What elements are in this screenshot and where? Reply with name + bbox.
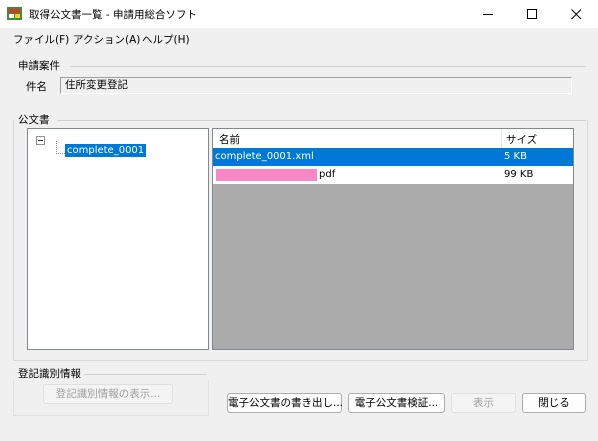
menu-file[interactable]: ファイル(F) bbox=[13, 32, 69, 47]
tree-connector bbox=[56, 141, 65, 154]
menu-bar: ファイル(F) アクション(A) ヘルプ(H) bbox=[0, 28, 598, 50]
column-separator[interactable] bbox=[501, 129, 502, 148]
redacted-filename bbox=[216, 169, 317, 181]
view-button[interactable]: 表示 bbox=[451, 393, 516, 413]
window-title: 取得公文書一覧 - 申請用総合ソフト bbox=[29, 9, 197, 21]
minimize-icon bbox=[483, 14, 493, 15]
menu-help[interactable]: ヘルプ(H) bbox=[142, 32, 190, 47]
document-tree[interactable]: complete_0001 bbox=[27, 128, 209, 350]
list-header: 名前 サイズ bbox=[213, 129, 573, 149]
show-registry-id-button[interactable]: 登記識別情報の表示... bbox=[43, 384, 173, 404]
file-row-pdf[interactable]: pdf 99 KB bbox=[213, 166, 573, 184]
close-icon bbox=[571, 9, 582, 20]
menu-action[interactable]: アクション(A) bbox=[73, 32, 140, 47]
case-name-label: 件名 bbox=[26, 81, 47, 93]
collapse-icon[interactable] bbox=[36, 136, 45, 145]
file-name: pdf bbox=[319, 169, 336, 180]
registry-id-group-title: 登記識別情報 bbox=[18, 368, 81, 380]
file-size: 5 KB bbox=[504, 151, 527, 162]
file-size: 99 KB bbox=[504, 169, 534, 180]
app-icon bbox=[7, 7, 22, 20]
maximize-icon bbox=[527, 9, 537, 19]
document-file-list[interactable]: 名前 サイズ complete_0001.xml 5 KB pdf 99 KB bbox=[212, 128, 574, 350]
close-window-button[interactable] bbox=[554, 0, 598, 28]
file-name: complete_0001.xml bbox=[215, 151, 314, 162]
title-bar[interactable]: 取得公文書一覧 - 申請用総合ソフト bbox=[0, 0, 598, 28]
export-documents-button[interactable]: 電子公文書の書き出し... bbox=[227, 393, 343, 413]
application-window: 取得公文書一覧 - 申請用総合ソフト ファイル(F) アクション(A) ヘルプ(… bbox=[0, 0, 598, 441]
file-row-xml[interactable]: complete_0001.xml 5 KB bbox=[213, 148, 573, 166]
case-name-field: 住所変更登記 bbox=[60, 77, 572, 94]
tree-node-complete[interactable]: complete_0001 bbox=[65, 144, 147, 157]
minimize-button[interactable] bbox=[466, 0, 510, 28]
column-header-size[interactable]: サイズ bbox=[506, 132, 537, 147]
verify-documents-button[interactable]: 電子公文書検証... bbox=[348, 393, 445, 413]
maximize-button[interactable] bbox=[510, 0, 554, 28]
close-button[interactable]: 閉じる bbox=[522, 393, 586, 413]
column-header-name[interactable]: 名前 bbox=[219, 132, 240, 147]
group-divider bbox=[70, 66, 586, 67]
application-case-group-title: 申請案件 bbox=[18, 60, 60, 72]
group-divider bbox=[84, 374, 207, 375]
